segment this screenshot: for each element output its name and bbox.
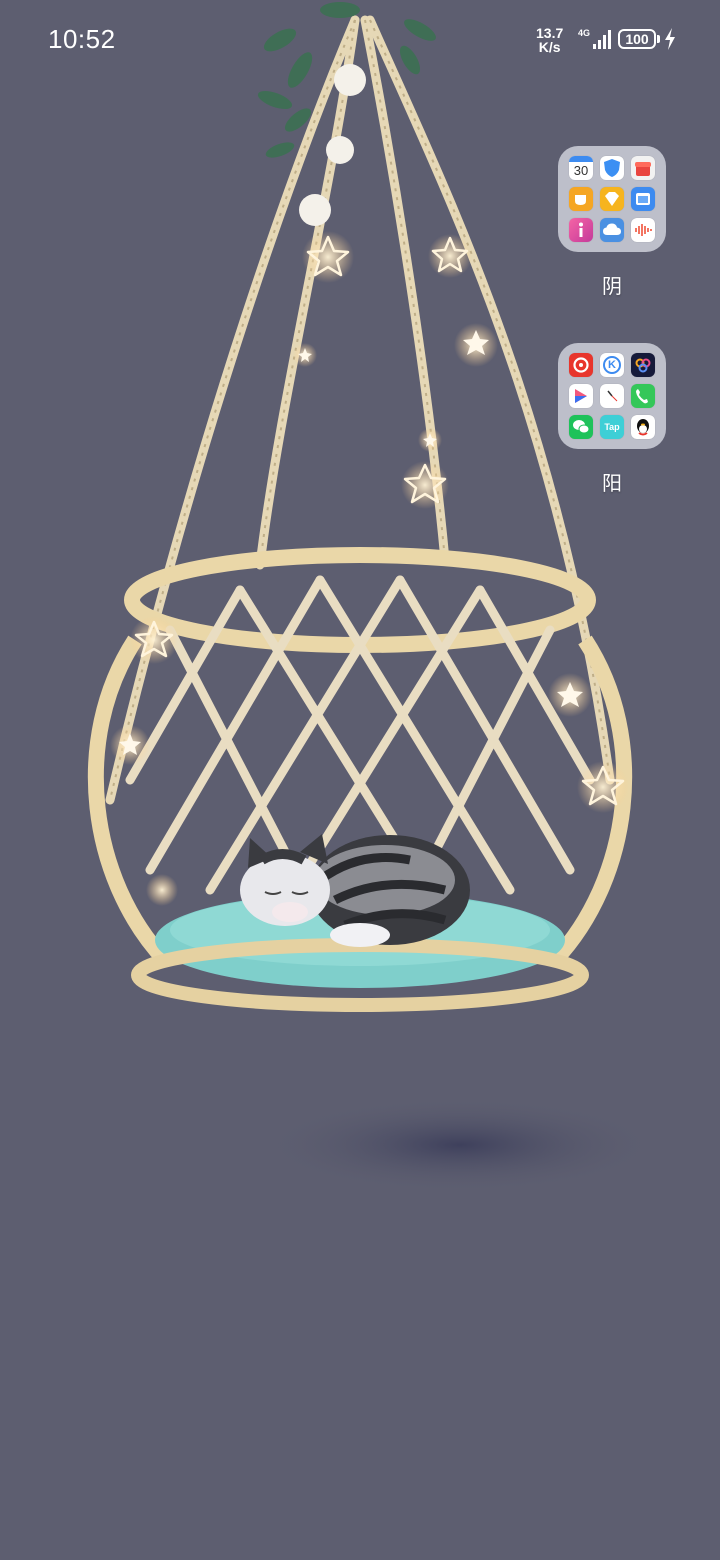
window-icon bbox=[631, 187, 655, 211]
clock-time: 10:52 bbox=[48, 24, 116, 54]
k-letter-icon: K bbox=[600, 353, 624, 377]
folder-yin-box[interactable]: 30 bbox=[558, 146, 666, 252]
status-bar: 10:52 13.7 K/s 4G 100 bbox=[0, 0, 720, 80]
diamond-icon bbox=[600, 187, 624, 211]
network-speed-unit: K/s bbox=[538, 39, 561, 55]
network-type: 4G bbox=[578, 28, 591, 38]
battery-level: 100 bbox=[625, 31, 649, 47]
network-speed: 13.7 K/s bbox=[536, 26, 563, 54]
play-shape-icon bbox=[569, 384, 593, 408]
gift-box-icon bbox=[631, 156, 655, 180]
info-icon bbox=[569, 218, 593, 242]
tap-text: Tap bbox=[604, 422, 620, 432]
folder-label: 阳 bbox=[602, 473, 622, 495]
calendar-icon: 30 bbox=[569, 156, 593, 180]
clock-icon bbox=[600, 384, 624, 408]
folder-yin[interactable]: 30 阴 bbox=[558, 146, 666, 299]
k-letter-text: K bbox=[608, 359, 616, 371]
penguin-icon bbox=[631, 415, 655, 439]
folder-label: 阴 bbox=[602, 276, 622, 298]
signal-strength-icon bbox=[593, 30, 611, 49]
soundwave-icon bbox=[631, 218, 655, 242]
charging-bolt-icon bbox=[665, 28, 675, 50]
folder-yang-box[interactable]: K Tap bbox=[558, 343, 666, 449]
folder-yang[interactable]: K Tap 阳 bbox=[558, 343, 666, 496]
battery-icon: 100 bbox=[618, 29, 656, 49]
phone-icon bbox=[631, 384, 655, 408]
infinity-icon bbox=[631, 353, 655, 377]
shield-icon bbox=[600, 156, 624, 180]
wechat-icon bbox=[569, 415, 593, 439]
cloud-icon bbox=[600, 218, 624, 242]
cup-icon bbox=[569, 187, 593, 211]
battery-tip bbox=[657, 35, 660, 43]
calendar-date: 30 bbox=[573, 163, 589, 178]
music-disc-icon bbox=[569, 353, 593, 377]
tap-icon: Tap bbox=[600, 415, 624, 439]
network-speed-value: 13.7 bbox=[536, 25, 564, 41]
